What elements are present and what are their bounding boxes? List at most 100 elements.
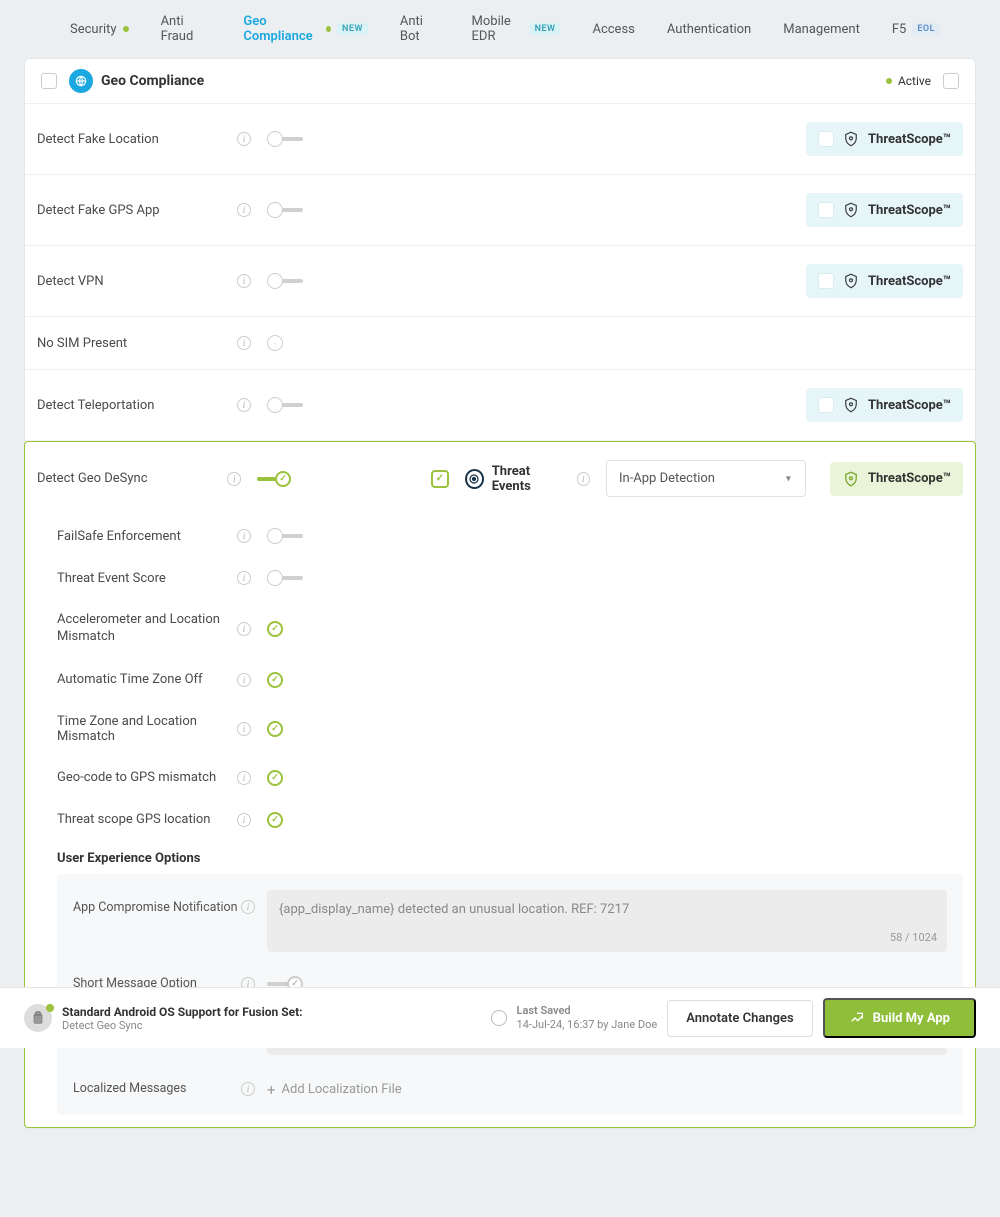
check-on-icon[interactable]: ✓ (267, 721, 283, 737)
row-app-compromise-notification: App Compromise Notification i {app_displ… (73, 890, 947, 952)
info-icon[interactable]: i (237, 336, 251, 350)
tab-access[interactable]: Access (592, 22, 634, 37)
desync-sub-options: FailSafe Enforcement i Threat Event Scor… (25, 515, 975, 841)
info-icon[interactable]: i (237, 529, 251, 543)
panel-title: Geo Compliance (101, 73, 204, 89)
checkbox[interactable] (818, 131, 834, 147)
tab-f5[interactable]: F5EOL (892, 22, 940, 37)
threatscope-label: ThreatScope™ (868, 274, 951, 289)
options-icon[interactable] (943, 73, 959, 89)
checkbox[interactable] (818, 397, 834, 413)
main-tabs: Security Anti Fraud Geo ComplianceNEW An… (0, 0, 1000, 58)
tab-anti-fraud[interactable]: Anti Fraud (161, 14, 212, 44)
row-auto-timezone-off: Automatic Time Zone Off i ✓ (25, 659, 975, 701)
threatscope-box[interactable]: ThreatScope™ (806, 388, 963, 422)
shield-icon (842, 201, 860, 219)
tab-security[interactable]: Security (70, 22, 129, 37)
threatscope-box[interactable]: ThreatScope™ (806, 193, 963, 227)
row-label: Accelerometer and Location Mismatch (57, 612, 237, 646)
threatscope-label: ThreatScope™ (868, 132, 951, 147)
row-detect-teleportation: Detect Teleportation i ThreatScope™ (25, 370, 975, 441)
tab-management[interactable]: Management (783, 22, 860, 37)
annotate-changes-button[interactable]: Annotate Changes (667, 1000, 812, 1037)
row-geocode-gps-mismatch: Geo-code to GPS mismatch i ✓ (25, 757, 975, 799)
shield-icon (842, 470, 860, 488)
last-saved-value: 14-Jul-24, 16:37 by Jane Doe (517, 1018, 658, 1032)
app-notification-textarea[interactable]: {app_display_name} detected an unusual l… (267, 890, 947, 952)
last-saved-label: Last Saved (517, 1004, 658, 1018)
row-detect-fake-gps-app: Detect Fake GPS App i ThreatScope™ (25, 175, 975, 246)
toggle[interactable] (267, 273, 303, 289)
threatscope-box[interactable]: ThreatScope™ (806, 264, 963, 298)
toggle[interactable] (267, 202, 303, 218)
tab-label: Security (70, 22, 117, 37)
info-icon[interactable]: i (237, 813, 251, 827)
threat-events-checkbox[interactable]: ✓ (431, 470, 448, 488)
toggle[interactable]: ✓ (257, 471, 291, 487)
info-icon[interactable]: i (237, 622, 251, 636)
add-localization-button[interactable]: + Add Localization File (267, 1079, 402, 1099)
info-icon[interactable]: i (237, 571, 251, 585)
toggle[interactable] (267, 528, 303, 544)
toggle[interactable] (267, 397, 303, 413)
info-icon[interactable]: i (577, 472, 590, 486)
build-my-app-button[interactable]: Build My App (823, 998, 976, 1038)
panel-header: Geo Compliance Active (25, 59, 975, 104)
last-saved: Last Saved 14-Jul-24, 16:37 by Jane Doe (517, 1004, 658, 1033)
geo-icon (69, 69, 93, 93)
info-icon[interactable]: i (237, 722, 251, 736)
check-on-icon[interactable]: ✓ (267, 812, 283, 828)
tab-label: Geo Compliance (243, 14, 320, 44)
info-icon[interactable]: i (237, 771, 251, 785)
status-dot-icon (123, 26, 129, 32)
shield-icon (842, 396, 860, 414)
info-icon[interactable]: i (241, 1082, 255, 1096)
tab-label: F5 (892, 22, 907, 37)
info-icon[interactable]: i (227, 472, 240, 486)
row-threatscope-gps-location: Threat scope GPS location i ✓ (25, 799, 975, 841)
row-detect-geo-desync: Detect Geo DeSync i ✓ ✓ Threat Events i … (25, 442, 975, 515)
row-label: Detect Geo DeSync (37, 471, 227, 486)
collapse-icon[interactable] (41, 73, 57, 89)
threatscope-box[interactable]: ThreatScope™ (806, 122, 963, 156)
tab-authentication[interactable]: Authentication (667, 22, 751, 37)
checkbox[interactable] (818, 273, 834, 289)
footer-bar: Standard Android OS Support for Fusion S… (0, 987, 1000, 1048)
detection-mode-select[interactable]: In-App Detection ▾ (606, 460, 806, 497)
tab-geo-compliance[interactable]: Geo ComplianceNEW (243, 14, 367, 44)
plus-icon: + (267, 1081, 276, 1099)
row-threat-event-score: Threat Event Score i (25, 557, 975, 599)
row-failsafe-enforcement: FailSafe Enforcement i (25, 515, 975, 557)
toggle[interactable] (267, 570, 303, 586)
info-icon[interactable]: i (241, 900, 255, 914)
row-accel-location-mismatch: Accelerometer and Location Mismatch i ✓ (25, 599, 975, 659)
info-icon[interactable]: i (237, 132, 251, 146)
check-on-icon[interactable]: ✓ (267, 672, 283, 688)
info-icon[interactable]: i (237, 398, 251, 412)
threat-events-icon (465, 469, 484, 489)
info-icon[interactable]: i (237, 673, 251, 687)
add-label: Add Localization File (282, 1082, 402, 1097)
tab-anti-bot[interactable]: Anti Bot (400, 14, 440, 44)
row-label: Time Zone and Location Mismatch (57, 714, 237, 744)
fusion-set-title: Standard Android OS Support for Fusion S… (62, 1005, 303, 1019)
toggle[interactable] (267, 131, 303, 147)
tab-mobile-edr[interactable]: Mobile EDRNEW (472, 14, 561, 44)
info-icon[interactable]: i (237, 274, 251, 288)
tab-label: Management (783, 22, 860, 37)
row-label: Detect Teleportation (37, 398, 237, 413)
checkbox[interactable] (818, 202, 834, 218)
check-on-icon[interactable]: ✓ (267, 621, 283, 637)
tab-label: Mobile EDR (472, 14, 524, 44)
status-label: Active (898, 74, 931, 88)
row-timezone-location-mismatch: Time Zone and Location Mismatch i ✓ (25, 701, 975, 757)
threat-events-label: Threat Events (492, 464, 569, 494)
row-label: No SIM Present (37, 336, 237, 351)
history-icon[interactable] (491, 1010, 507, 1026)
row-label: Localized Messages (73, 1081, 241, 1096)
row-label: Threat scope GPS location (57, 812, 237, 827)
info-icon[interactable]: i (237, 203, 251, 217)
row-label: Detect VPN (37, 274, 237, 289)
check-on-icon[interactable]: ✓ (267, 770, 283, 786)
threatscope-box[interactable]: ThreatScope™ (830, 462, 963, 496)
